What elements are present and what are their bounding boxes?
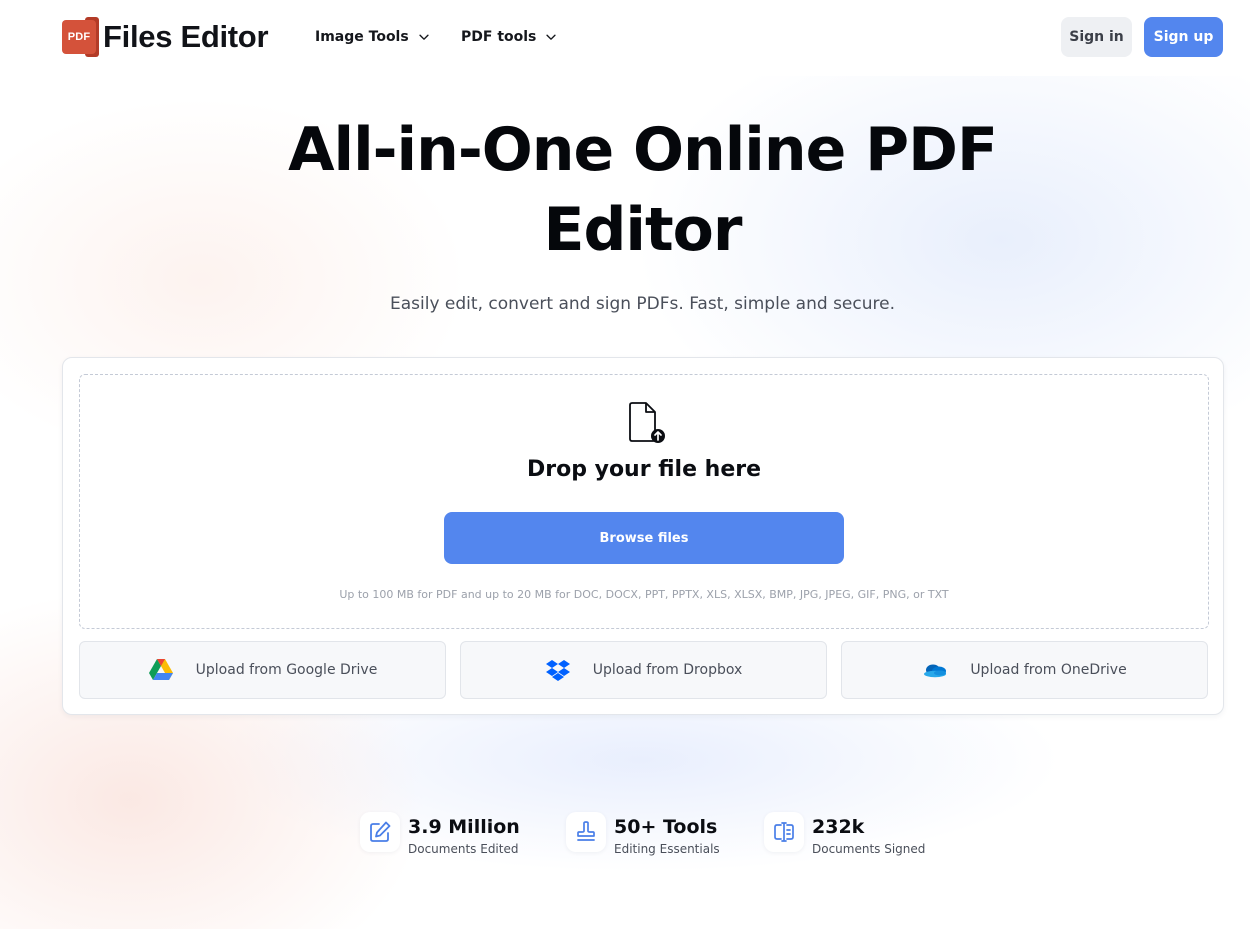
nav-image-tools-label: Image Tools — [315, 29, 409, 45]
pdf-logo-icon: PDF — [62, 17, 99, 57]
google-drive-icon — [148, 659, 173, 680]
upload-google-drive-label: Upload from Google Drive — [195, 662, 378, 678]
stat-text: 232k Documents Signed — [812, 812, 925, 856]
logo-mark-text: PDF — [67, 31, 91, 43]
upload-onedrive-button[interactable]: Upload from OneDrive — [841, 641, 1208, 699]
brand-name: Files Editor — [103, 19, 269, 54]
stat-text: 50+ Tools Editing Essentials — [614, 812, 720, 856]
sign-in-button[interactable]: Sign in — [1061, 17, 1132, 57]
edit-icon-wrap — [360, 812, 400, 852]
hero-title: All-in-One Online PDF Editor — [200, 110, 1085, 270]
browse-files-button[interactable]: Browse files — [444, 512, 844, 564]
nav-pdf-tools-label: PDF tools — [461, 29, 537, 45]
stamp-icon-wrap — [566, 812, 606, 852]
chevron-down-icon — [546, 34, 557, 40]
file-upload-icon — [629, 402, 665, 443]
stat-value: 50+ Tools — [614, 816, 718, 838]
hero-subtitle: Easily edit, convert and sign PDFs. Fast… — [390, 294, 895, 314]
sign-up-button[interactable]: Sign up — [1144, 17, 1223, 57]
stat-documents-edited: 3.9 Million Documents Edited — [360, 812, 520, 856]
stat-label: Documents Edited — [408, 842, 519, 856]
stat-documents-signed: 232k Documents Signed — [764, 812, 925, 856]
sign-icon-wrap — [764, 812, 804, 852]
stat-text: 3.9 Million Documents Edited — [408, 812, 520, 856]
dropbox-icon — [545, 660, 570, 681]
stamp-icon — [577, 821, 595, 841]
upload-onedrive-label: Upload from OneDrive — [970, 662, 1127, 678]
stat-editing-essentials: 50+ Tools Editing Essentials — [566, 812, 720, 856]
stat-value: 232k — [812, 816, 865, 838]
hero-title-line2: Editor — [543, 195, 743, 265]
nav-pdf-tools[interactable]: PDF tools — [461, 26, 558, 48]
upload-card: Drop your file here Browse files Up to 1… — [62, 357, 1224, 715]
logo[interactable]: PDF Files Editor — [62, 17, 269, 57]
upload-dropbox-button[interactable]: Upload from Dropbox — [460, 641, 827, 699]
edit-icon — [370, 821, 391, 842]
file-dropzone[interactable]: Drop your file here Browse files Up to 1… — [79, 374, 1209, 629]
upload-google-drive-button[interactable]: Upload from Google Drive — [79, 641, 446, 699]
stat-value: 3.9 Million — [408, 816, 520, 838]
site-header: PDF Files Editor Image Tools PDF tools S… — [0, 0, 1250, 76]
stat-label: Documents Signed — [812, 842, 926, 856]
upload-limits-text: Up to 100 MB for PDF and up to 20 MB for… — [339, 588, 949, 601]
upload-dropbox-label: Upload from Dropbox — [592, 662, 743, 678]
chevron-down-icon — [419, 34, 429, 40]
stats-row: 3.9 Million Documents Edited 50+ Tools E… — [0, 812, 1250, 862]
sign-icon — [774, 822, 794, 842]
hero-title-line1: All-in-One Online PDF — [288, 115, 998, 185]
nav-image-tools[interactable]: Image Tools — [315, 26, 431, 48]
onedrive-icon — [924, 664, 947, 678]
drop-title: Drop your file here — [526, 457, 762, 482]
stat-label: Editing Essentials — [614, 842, 720, 856]
